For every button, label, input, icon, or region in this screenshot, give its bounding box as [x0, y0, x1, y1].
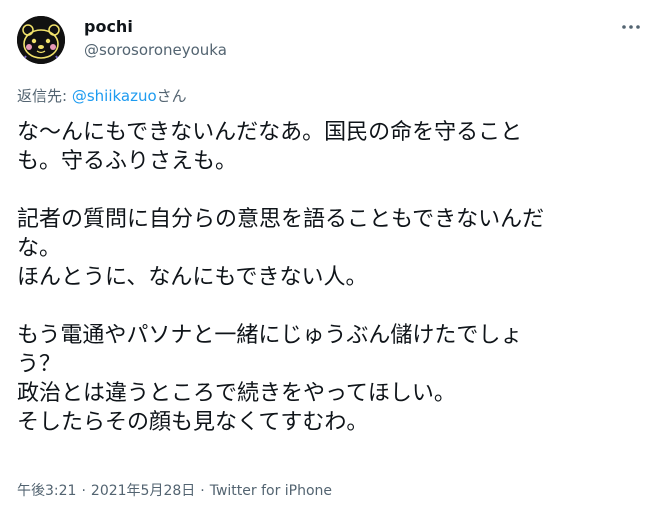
reply-context: 返信先: @shiikazuoさん	[17, 86, 187, 106]
tweet-metadata: 午後3:21 · 2021年5月28日 · Twitter for iPhone	[17, 481, 332, 501]
user-handle[interactable]: @sorosoroneyouka	[84, 40, 227, 60]
avatar[interactable]	[17, 16, 65, 64]
tweet-line: 記者の質問に自分らの意思を語ることもできないんだ	[17, 207, 545, 232]
reply-suffix: さん	[156, 87, 187, 105]
display-name[interactable]: pochi	[84, 17, 133, 37]
more-horizontal-icon	[622, 25, 640, 29]
tweet-time-link[interactable]: 午後3:21	[17, 483, 76, 499]
tweet-line: も。守るふりさえも。	[17, 149, 238, 174]
tweet-line: 政治とは違うところで続きをやってほしい。	[17, 381, 456, 406]
tweet-text: な〜んにもできないんだなあ。国民の命を守ること も。守るふりさえも。 記者の質問…	[17, 118, 637, 437]
tweet-line: な〜んにもできないんだなあ。国民の命を守ること	[17, 120, 523, 145]
reply-mention-link[interactable]: @shiikazuo	[72, 87, 157, 105]
tweet-line: そしたらその顔も見なくてすむわ。	[17, 410, 369, 435]
tweet-line: な。	[17, 236, 62, 261]
more-options-button[interactable]	[619, 15, 643, 39]
tweet-line	[17, 292, 637, 321]
tweet: pochi @sorosoroneyouka 返信先: @shiikazuoさん…	[0, 0, 652, 511]
tweet-date-link[interactable]: 2021年5月28日	[91, 483, 195, 499]
reply-prefix: 返信先:	[17, 87, 72, 105]
tweet-line: ほんとうに、なんにもできない人。	[17, 265, 368, 290]
meta-separator: ·	[81, 483, 86, 499]
tweet-line: う？	[17, 352, 62, 377]
meta-separator: ·	[200, 483, 205, 499]
tweet-line	[17, 176, 637, 205]
bear-avatar-icon	[17, 16, 65, 64]
tweet-line: もう電通やパソナと一緒にじゅうぶん儲けたでしょ	[17, 323, 523, 348]
tweet-source: Twitter for iPhone	[209, 483, 333, 499]
